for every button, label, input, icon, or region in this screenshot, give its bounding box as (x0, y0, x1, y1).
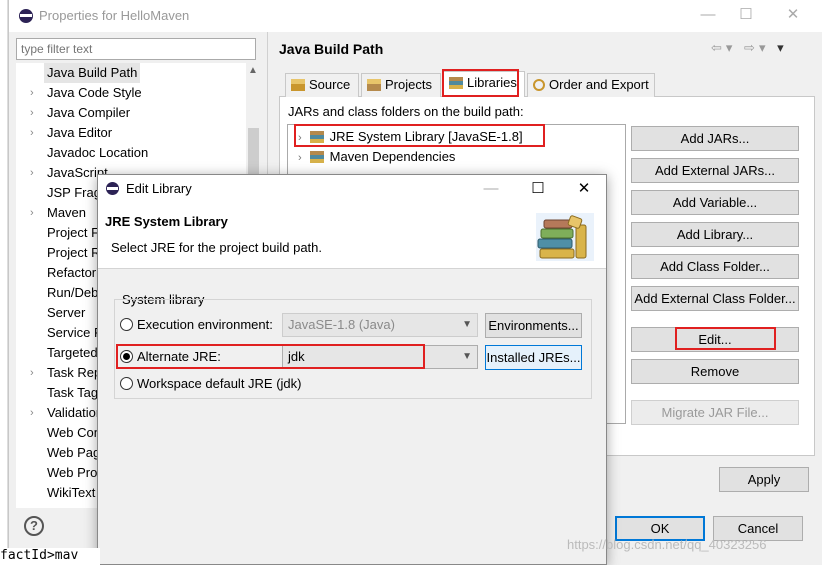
tab-source[interactable]: Source (285, 73, 359, 97)
window-title: Properties for HelloMaven (39, 8, 190, 23)
add-external-jars-button[interactable]: Add External JARs... (631, 158, 799, 183)
dialog-title: Edit Library (126, 181, 192, 196)
help-icon[interactable]: ? (24, 516, 44, 536)
tree-item[interactable]: Java Build Path (16, 63, 246, 83)
expand-chevron-icon[interactable]: › (30, 203, 34, 223)
library-books-icon (536, 213, 594, 261)
back-icon[interactable]: ⇦▾ (711, 40, 736, 55)
forward-icon[interactable]: ⇨▾ (744, 40, 769, 55)
installed-jres-button[interactable]: Installed JREs... (485, 345, 582, 370)
apply-button[interactable]: Apply (719, 467, 809, 492)
libraries-icon (449, 77, 463, 89)
dialog-header-title: JRE System Library (105, 214, 228, 229)
add-jars-button[interactable]: Add JARs... (631, 126, 799, 151)
expand-chevron-icon[interactable]: › (298, 132, 302, 144)
remove-button[interactable]: Remove (631, 359, 799, 384)
order-export-icon (533, 79, 545, 91)
tree-item-label: Task Tags (47, 385, 105, 400)
projects-icon (367, 79, 381, 91)
radio-on-icon (120, 350, 133, 363)
tree-item-label: Java Compiler (47, 105, 131, 120)
library-jar-icon (309, 131, 324, 143)
expand-chevron-icon[interactable]: › (30, 403, 34, 423)
add-library-button[interactable]: Add Library... (631, 222, 799, 247)
radio-off-icon (120, 318, 133, 331)
dialog-header-desc: Select JRE for the project build path. (111, 240, 323, 255)
tree-item[interactable]: › Java Editor (16, 123, 246, 143)
expand-chevron-icon[interactable]: › (30, 103, 34, 123)
chevron-down-icon: ▼ (462, 351, 472, 362)
editor-code-line: factId>mav (0, 548, 100, 565)
scroll-up-icon[interactable]: ▲ (248, 65, 258, 76)
add-class-folder-button[interactable]: Add Class Folder... (631, 254, 799, 279)
minimize-button[interactable]: — (694, 4, 722, 26)
page-title: Java Build Path (279, 41, 384, 57)
tab-projects[interactable]: Projects (361, 73, 441, 97)
tree-item-label: Java Editor (47, 125, 113, 140)
tree-item-label: Validation (47, 405, 104, 420)
close-button[interactable]: ✕ (779, 4, 807, 26)
window-titlebar: Properties for HelloMaven — ☐ ✕ (9, 0, 822, 32)
edit-button[interactable]: Edit... (631, 327, 799, 352)
environments-button[interactable]: Environments... (485, 313, 582, 338)
dialog-minimize-button[interactable]: — (478, 178, 504, 200)
tree-item[interactable]: › Java Compiler (16, 103, 246, 123)
tree-item-label: Server (47, 305, 86, 320)
tree-item-label: Java Code Style (47, 85, 142, 100)
execution-environment-radio[interactable]: Execution environment: (120, 316, 273, 334)
expand-chevron-icon[interactable]: › (298, 152, 302, 164)
eclipse-icon (19, 9, 33, 23)
chevron-down-icon: ▼ (462, 319, 472, 330)
maximize-button[interactable]: ☐ (732, 4, 760, 26)
tree-item-label: Targeted (47, 345, 98, 360)
tree-item-label: Javadoc Location (47, 145, 149, 160)
add-external-class-folder-button[interactable]: Add External Class Folder... (631, 286, 799, 311)
expand-chevron-icon[interactable]: › (30, 83, 34, 103)
library-item-maven[interactable]: › Maven Dependencies (298, 147, 455, 167)
eclipse-icon (106, 182, 119, 195)
tree-item-label: Maven (47, 205, 87, 220)
library-item-jre[interactable]: › JRE System Library [JavaSE-1.8] (298, 127, 523, 147)
expand-chevron-icon[interactable]: › (30, 123, 34, 143)
filter-input[interactable] (16, 38, 256, 60)
dialog-maximize-button[interactable]: ☐ (525, 178, 551, 200)
workspace-default-radio[interactable]: Workspace default JRE (jdk) (120, 375, 302, 393)
libraries-label: JARs and class folders on the build path… (288, 104, 524, 119)
edit-library-dialog: Edit Library — ☐ ✕ JRE System Library Se… (97, 174, 607, 565)
radio-off-icon (120, 377, 133, 390)
tree-item[interactable]: › Java Code Style (16, 83, 246, 103)
view-menu-icon[interactable]: ▾ (777, 40, 788, 55)
alternate-jre-radio[interactable]: Alternate JRE: (120, 348, 221, 366)
watermark: https://blog.csdn.net/qq_40323256 (567, 537, 767, 552)
alternate-jre-combo[interactable]: jdk ▼ (282, 345, 478, 369)
expand-chevron-icon[interactable]: › (30, 163, 34, 183)
dialog-titlebar: Edit Library — ☐ ✕ (98, 175, 606, 203)
tab-libraries[interactable]: Libraries (443, 71, 525, 97)
tree-item-label: Web Cont (47, 425, 105, 440)
history-nav: ⇦▾ ⇨▾ ▾ (711, 40, 788, 56)
editor-background (0, 0, 8, 565)
dialog-close-button[interactable]: ✕ (571, 178, 597, 200)
tree-item-label: Java Build Path (44, 63, 141, 83)
library-jar-icon (309, 151, 324, 163)
add-variable-button[interactable]: Add Variable... (631, 190, 799, 215)
execution-environment-combo[interactable]: JavaSE-1.8 (Java) ▼ (282, 313, 478, 337)
expand-chevron-icon[interactable]: › (30, 363, 34, 383)
source-folder-icon (291, 79, 305, 91)
tree-item-label: WikiText (47, 485, 96, 500)
tab-order-export[interactable]: Order and Export (527, 73, 655, 97)
dialog-header: JRE System Library Select JRE for the pr… (98, 203, 606, 269)
tree-item[interactable]: Javadoc Location (16, 143, 246, 163)
migrate-jar-button[interactable]: Migrate JAR File... (631, 400, 799, 425)
